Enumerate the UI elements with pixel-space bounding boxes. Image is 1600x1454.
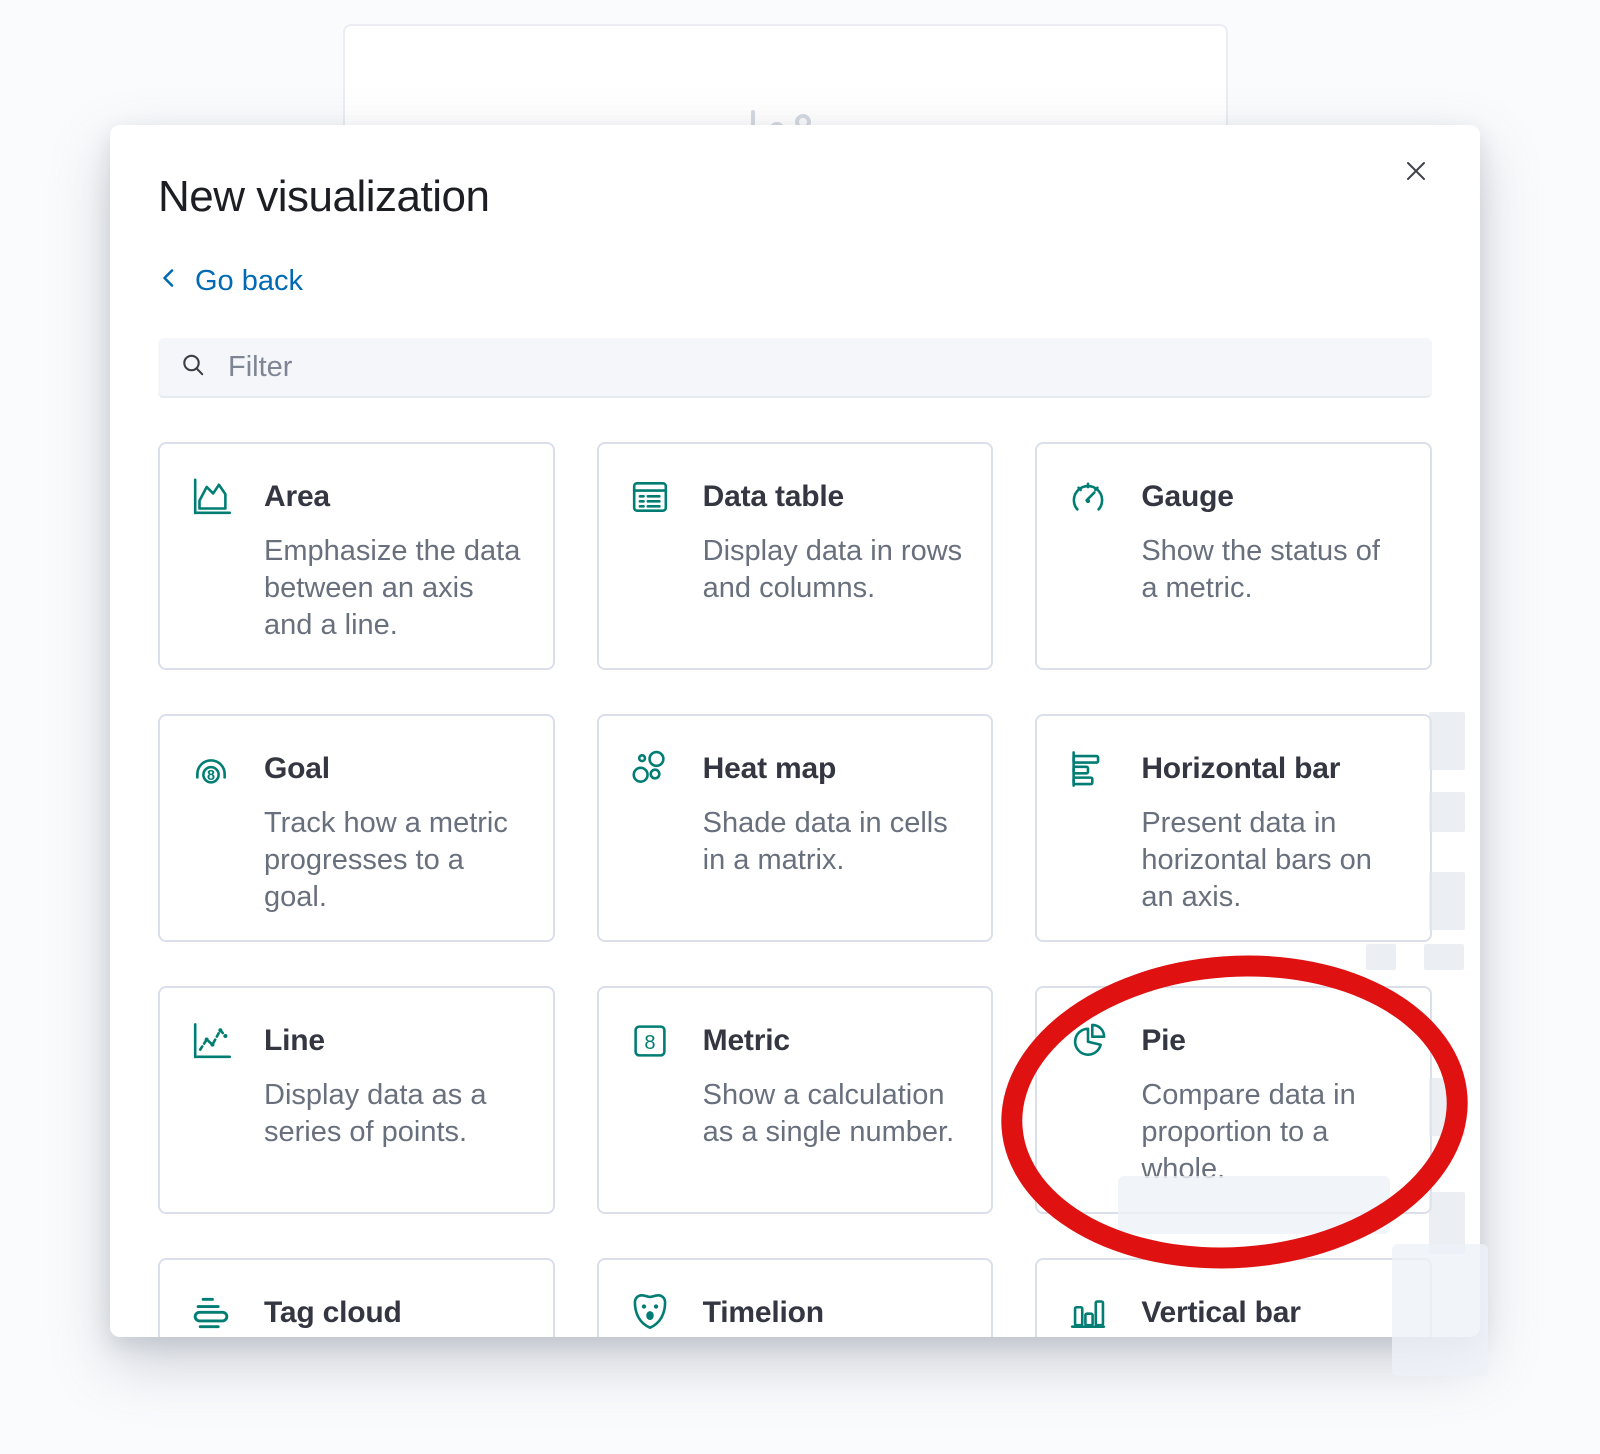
go-back-link[interactable]: Go back [158,265,303,298]
chevron-left-icon [158,265,180,298]
card-title: Goal [264,752,330,786]
tag-cloud-icon [188,1290,234,1336]
backdrop-decoration [1424,944,1464,970]
card-title: Pie [1141,1024,1185,1058]
filter-input[interactable] [226,350,1412,385]
card-goal[interactable]: 8 Goal Track how a metric progresses to … [158,714,555,942]
card-description: Display data in rows and columns. [703,533,966,607]
data-table-icon [627,474,673,520]
heat-map-icon [627,746,673,792]
card-vertical-bar[interactable]: Vertical bar Present data in vertical ba… [1035,1258,1432,1337]
line-chart-icon [188,1018,234,1064]
card-title: Heat map [703,752,836,786]
card-title: Area [264,480,330,514]
card-heat-map[interactable]: Heat map Shade data in cells in a matrix… [597,714,994,942]
card-description: Emphasize the data between an axis and a… [264,533,527,644]
backdrop-decoration [1429,792,1465,832]
card-description: Compare data in proportion to a whole. [1141,1077,1404,1188]
horizontal-bar-icon [1065,746,1111,792]
filter-search-bar [158,338,1432,398]
card-title: Data table [703,480,844,514]
timelion-icon [627,1290,673,1336]
card-description: Show a calculation as a single number. [703,1077,966,1151]
card-title: Horizontal bar [1141,752,1340,786]
card-tag-cloud[interactable]: Tag cloud Display word frequency with fo… [158,1258,555,1337]
card-title: Line [264,1024,325,1058]
card-line[interactable]: Line Display data as a series of points. [158,986,555,1214]
svg-text:8: 8 [644,1032,655,1054]
page-title: New visualization [158,125,1432,223]
backdrop-decoration [1429,1078,1465,1136]
card-description: Present data in horizontal bars on an ax… [1141,805,1404,916]
card-title: Vertical bar [1141,1296,1300,1330]
pie-chart-icon [1065,1018,1111,1064]
backdrop-decoration [1392,1244,1488,1376]
area-chart-icon [188,474,234,520]
card-metric[interactable]: 8 Metric Show a calculation as a single … [597,986,994,1214]
backdrop-decoration [1429,872,1465,930]
card-horizontal-bar[interactable]: Horizontal bar Present data in horizonta… [1035,714,1432,942]
card-timelion[interactable]: Timelion Show time series data on a grap… [597,1258,994,1337]
backdrop-decoration [1429,712,1465,770]
card-title: Metric [703,1024,790,1058]
goal-icon: 8 [188,746,234,792]
metric-icon: 8 [627,1018,673,1064]
card-title: Timelion [703,1296,824,1330]
svg-text:8: 8 [207,768,215,784]
vertical-bar-icon [1065,1290,1111,1336]
card-description: Display data as a series of points. [264,1077,527,1151]
search-icon [178,350,208,385]
card-title: Gauge [1141,480,1233,514]
card-description: Track how a metric progresses to a goal. [264,805,527,916]
go-back-label: Go back [195,265,303,298]
card-title: Tag cloud [264,1296,402,1330]
card-data-table[interactable]: Data table Display data in rows and colu… [597,442,994,670]
card-description: Shade data in cells in a matrix. [703,805,966,879]
backdrop-decoration [1118,1176,1390,1234]
card-description: Show the status of a metric. [1141,533,1404,607]
gauge-icon [1065,474,1111,520]
new-visualization-modal: New visualization Go back Area Emph [110,125,1480,1337]
card-area[interactable]: Area Emphasize the data between an axis … [158,442,555,670]
backdrop-decoration [1366,944,1396,970]
card-gauge[interactable]: Gauge Show the status of a metric. [1035,442,1432,670]
